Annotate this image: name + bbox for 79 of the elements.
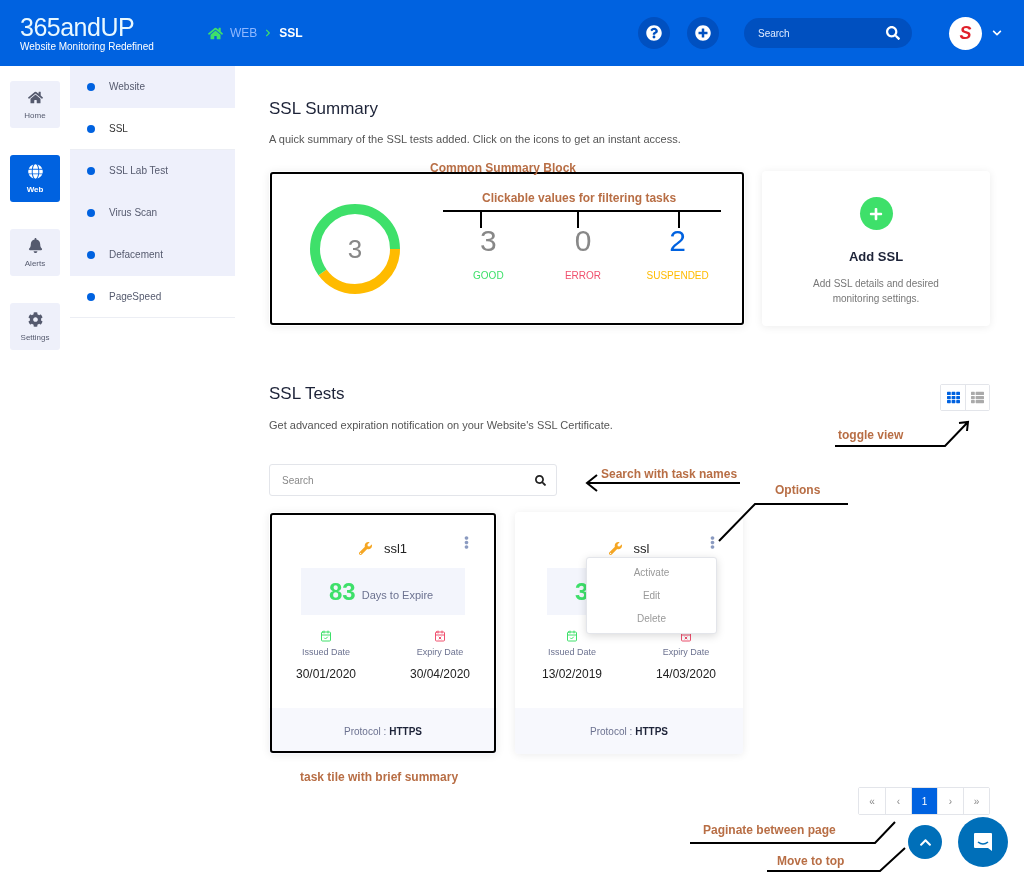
caret-icon[interactable] — [992, 28, 1002, 38]
section-title: SSL Tests — [269, 384, 345, 404]
chevron-icon — [264, 29, 273, 37]
date-label: Issued Date — [548, 647, 596, 657]
search-icon[interactable] — [886, 26, 900, 40]
wrench-icon — [608, 542, 622, 555]
chat-icon — [971, 830, 995, 854]
date-label: Expiry Date — [416, 647, 464, 657]
stat-label: ERROR — [564, 270, 602, 281]
date-value: 30/04/2020 — [409, 667, 471, 681]
bell-icon[interactable] — [27, 237, 43, 253]
annotation-text: Options — [775, 483, 821, 497]
submenu-item[interactable]: SSL Lab Test — [70, 150, 235, 192]
plus-icon[interactable] — [695, 25, 711, 41]
annotation-text: Move to top — [777, 854, 845, 868]
logo[interactable]: 365andUP — [20, 14, 208, 40]
stat-label: GOOD — [473, 270, 504, 281]
date-label: Issued Date — [302, 647, 350, 657]
settings-icon[interactable] — [27, 311, 43, 327]
menu-item[interactable]: Edit — [587, 584, 716, 607]
days-label: Days to Expire — [361, 588, 434, 601]
menu-item[interactable]: Activate — [587, 561, 716, 584]
help-icon[interactable] — [646, 25, 662, 41]
stat-value[interactable]: 3 — [480, 224, 497, 258]
annotation-text: Common Summary Block — [430, 161, 577, 175]
donut-total: 3 — [347, 233, 363, 264]
globe-icon[interactable] — [27, 163, 43, 179]
protocol-label: Protocol : — [344, 725, 387, 737]
user-avatar[interactable]: S — [949, 16, 982, 50]
section-subtitle: A quick summary of the SSL tests added. Click on the icons to get an instant access. — [269, 133, 682, 145]
nav-button[interactable]: Web — [10, 155, 60, 202]
calendar-x-icon — [434, 630, 446, 642]
annotation-text: Paginate between page — [703, 823, 836, 837]
annotation-text: Clickable values for filtering tasks — [482, 191, 677, 205]
calendar-check-icon — [566, 630, 578, 642]
page-button[interactable]: » — [963, 788, 989, 814]
nav-button[interactable]: Alerts — [10, 229, 60, 276]
protocol-value: HTTPS — [389, 725, 422, 737]
wrench-icon — [358, 542, 372, 555]
protocol-label: Protocol : — [590, 725, 633, 737]
task-name: ssl — [633, 541, 650, 556]
scroll-top-button[interactable] — [908, 825, 942, 859]
logo-tagline: Website Monitoring Redefined — [20, 41, 155, 52]
page-button[interactable]: 1 — [911, 788, 937, 814]
add-title: Add SSL — [848, 249, 904, 264]
section-title: SSL Summary — [269, 99, 379, 119]
submenu-item[interactable]: Website — [70, 66, 235, 108]
home-icon[interactable] — [208, 25, 223, 41]
calendar-check-icon — [320, 630, 332, 642]
home-icon[interactable] — [27, 89, 43, 105]
submenu-item[interactable]: Defacement — [70, 234, 235, 276]
date-value: 30/01/2020 — [295, 667, 357, 681]
nav-button[interactable]: Settings — [10, 303, 60, 350]
breadcrumb-item[interactable]: SSL — [279, 26, 303, 40]
chat-button[interactable] — [958, 817, 1008, 867]
date-value: 13/02/2019 — [541, 667, 603, 681]
nav-button[interactable]: Home — [10, 81, 60, 128]
annotation-text: task tile with brief summary — [300, 770, 459, 784]
stat-label: SUSPENDED — [646, 270, 709, 281]
search-bar[interactable]: Search — [269, 464, 557, 496]
protocol-value: HTTPS — [635, 725, 668, 737]
search-input[interactable]: Search — [756, 26, 886, 40]
date-label: Expiry Date — [662, 647, 710, 657]
days-count: 83 — [329, 577, 356, 606]
stat-value[interactable]: 2 — [669, 224, 686, 258]
annotation-text: toggle view — [838, 428, 904, 442]
menu-item[interactable]: Delete — [587, 607, 716, 630]
help-button[interactable] — [638, 17, 670, 49]
search-icon[interactable] — [535, 474, 546, 486]
grid-icon[interactable] — [946, 391, 960, 404]
search-bar[interactable]: Search — [744, 18, 912, 48]
submenu-item[interactable]: Virus Scan — [70, 192, 235, 234]
add-button[interactable] — [687, 17, 719, 49]
task-name: ssl1 — [383, 541, 408, 556]
section-subtitle: Get advanced expiration notification on your Website's SSL Certificate. — [269, 419, 614, 431]
annotation-text: Search with task names — [601, 467, 738, 481]
stat-value[interactable]: 0 — [574, 224, 592, 258]
date-value: 14/03/2020 — [655, 667, 717, 681]
add-description: Add SSL details and desired monitoring settings. — [812, 277, 940, 306]
